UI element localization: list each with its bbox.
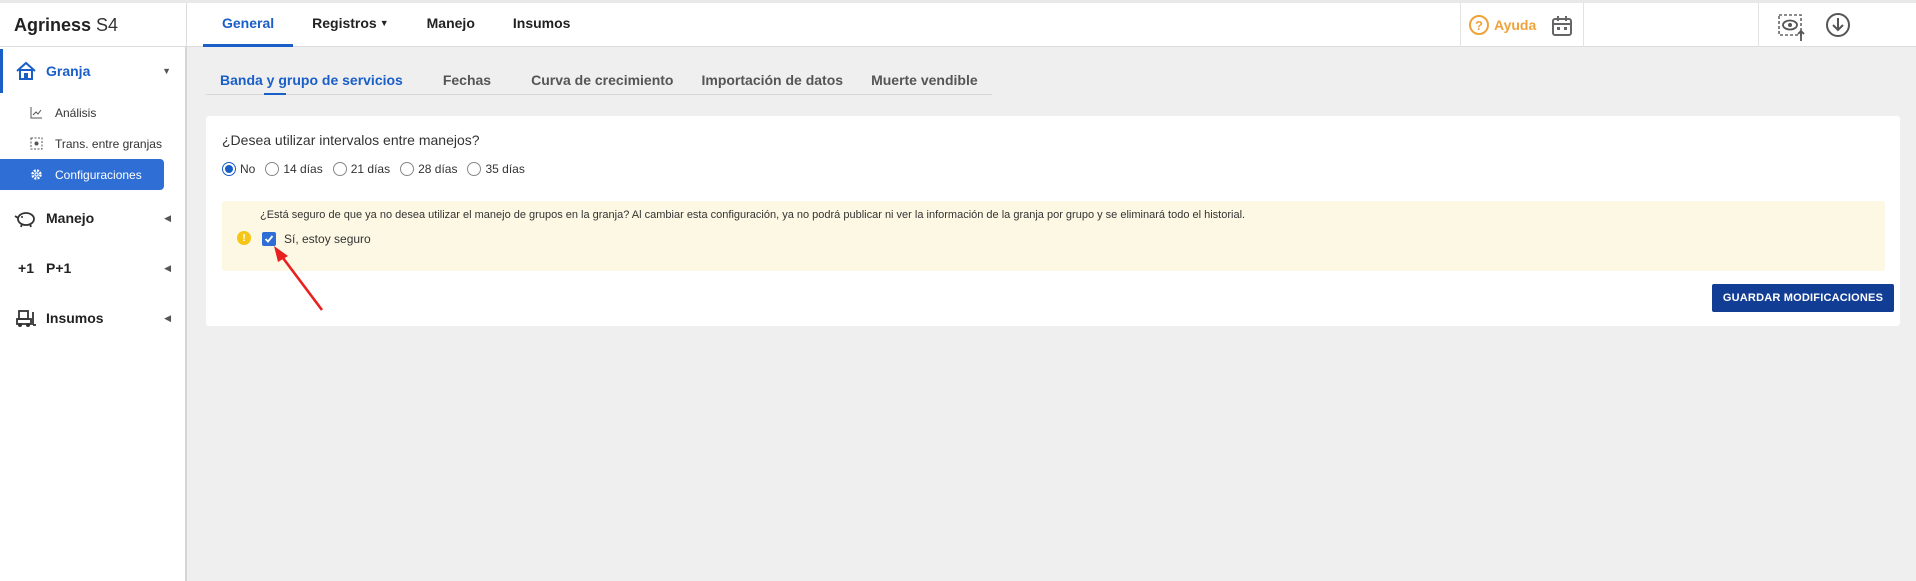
caret-down-icon: ▼ xyxy=(379,18,389,28)
forklift-icon xyxy=(14,307,38,329)
sidebar-group-label: P+1 xyxy=(46,260,72,276)
save-button[interactable]: GUARDAR MODIFICACIONES xyxy=(1712,284,1894,312)
annotation-arrow-icon xyxy=(274,246,324,311)
radio-button[interactable] xyxy=(400,162,415,176)
chevron-left-icon: ◀ xyxy=(164,262,171,273)
sidebar-group-granja[interactable]: Granja ▼ xyxy=(0,49,185,93)
nav-label: Insumos xyxy=(512,15,571,31)
help-label: Ayuda xyxy=(1494,17,1537,33)
download-icon xyxy=(1826,13,1850,37)
top-bar: Agriness S4 General Registros ▼ Manejo In… xyxy=(0,0,1916,47)
sidebar-group-manejo[interactable]: Manejo ◀ xyxy=(0,196,185,240)
help-icon: ? xyxy=(1469,15,1489,35)
nav-registros[interactable]: Registros ▼ xyxy=(293,3,408,47)
header-divider xyxy=(1583,3,1584,47)
eye-upload-icon xyxy=(1778,14,1805,41)
tab-label: Importación de datos xyxy=(701,72,844,88)
radio-button[interactable] xyxy=(467,162,482,176)
sidebar-item-analisis[interactable]: Análisis xyxy=(0,97,185,128)
chevron-left-icon: ◀ xyxy=(164,312,171,323)
header-divider xyxy=(1758,3,1759,47)
radio-button[interactable] xyxy=(332,162,347,176)
radio-label: 14 días xyxy=(283,162,323,176)
tab-fechas[interactable]: Fechas xyxy=(417,62,517,94)
tab-banda-grupo[interactable]: Banda y grupo de servicios xyxy=(206,62,417,95)
tab-curva-crecimiento[interactable]: Curva de crecimiento xyxy=(517,62,687,94)
nav-label: General xyxy=(222,15,275,31)
check-icon xyxy=(264,235,274,243)
calendar-button[interactable] xyxy=(1541,11,1583,41)
radio-14-dias[interactable]: 14 días xyxy=(265,162,323,176)
radio-label: No xyxy=(240,162,256,176)
sidebar-group-p1[interactable]: +1 P+1 ◀ xyxy=(0,246,185,290)
sidebar-item-label: Configuraciones xyxy=(55,167,142,182)
home-icon xyxy=(14,60,38,82)
radio-no[interactable]: No xyxy=(222,162,255,176)
sidebar-item-configuraciones[interactable]: Configuraciones xyxy=(0,159,164,190)
settings-panel: ¿Desea utilizar intervalos entre manejos… xyxy=(206,116,1900,326)
app-name: Agriness xyxy=(14,15,92,35)
transfer-icon xyxy=(29,137,43,151)
radio-35-dias[interactable]: 35 días xyxy=(467,162,525,176)
tab-importacion-datos[interactable]: Importación de datos xyxy=(687,62,857,94)
nav-insumos[interactable]: Insumos xyxy=(494,3,590,47)
sidebar-group-label: Granja xyxy=(46,63,91,79)
chevron-left-icon: ◀ xyxy=(164,212,171,223)
tab-label: Banda y grupo de servicios xyxy=(220,72,403,88)
tab-label: Curva de crecimiento xyxy=(531,72,674,88)
nav-general[interactable]: General xyxy=(203,3,294,47)
sidebar-group-insumos[interactable]: Insumos ◀ xyxy=(0,296,185,340)
interval-question: ¿Desea utilizar intervalos entre manejos… xyxy=(222,132,480,148)
sidebar-group-label: Insumos xyxy=(46,310,104,326)
download-button[interactable] xyxy=(1824,11,1852,39)
nav-label: Manejo xyxy=(426,15,475,31)
radio-button[interactable] xyxy=(265,162,280,176)
sidebar-item-label: Análisis xyxy=(55,105,97,120)
main-nav: General Registros ▼ Manejo Insumos xyxy=(203,3,589,47)
warning-icon: ! xyxy=(237,231,251,245)
warning-text: ¿Está seguro de que ya no desea utilizar… xyxy=(260,209,1246,221)
config-tabs: Banda y grupo de servicios Fechas Curva … xyxy=(206,62,992,95)
interval-radio-group: No 14 días 21 días 28 días 35 días xyxy=(222,162,535,176)
piggy-icon xyxy=(14,207,38,229)
chevron-down-icon: ▼ xyxy=(162,66,171,76)
radio-28-dias[interactable]: 28 días xyxy=(400,162,457,176)
sidebar-item-label: Trans. entre granjas xyxy=(55,136,162,151)
tab-label: Fechas xyxy=(442,72,492,88)
radio-label: 28 días xyxy=(418,162,458,176)
sidebar-item-trans-entre-granjas[interactable]: Trans. entre granjas xyxy=(0,128,185,159)
sidebar: Granja ▼ Análisis Trans. entre granjas C… xyxy=(0,47,187,581)
nav-label: Registros xyxy=(312,15,377,31)
app-name-suffix: S4 xyxy=(91,15,119,35)
tab-muerte-vendible[interactable]: Muerte vendible xyxy=(857,62,992,94)
tab-label: Muerte vendible xyxy=(871,72,978,88)
calendar-icon xyxy=(1552,16,1572,36)
plus-one-icon: +1 xyxy=(18,260,34,276)
sidebar-group-label: Manejo xyxy=(46,210,95,226)
radio-label: 35 días xyxy=(485,162,525,176)
app-logo[interactable]: Agriness S4 xyxy=(0,3,187,47)
chart-line-icon xyxy=(29,106,43,120)
warning-box: ! ¿Está seguro de que ya no desea utiliz… xyxy=(222,201,1885,271)
radio-21-dias[interactable]: 21 días xyxy=(332,162,391,176)
nav-manejo[interactable]: Manejo xyxy=(408,3,494,47)
gear-icon xyxy=(29,168,43,182)
radio-button[interactable] xyxy=(222,162,236,176)
preview-button[interactable] xyxy=(1776,11,1808,43)
radio-label: 21 días xyxy=(350,162,391,176)
